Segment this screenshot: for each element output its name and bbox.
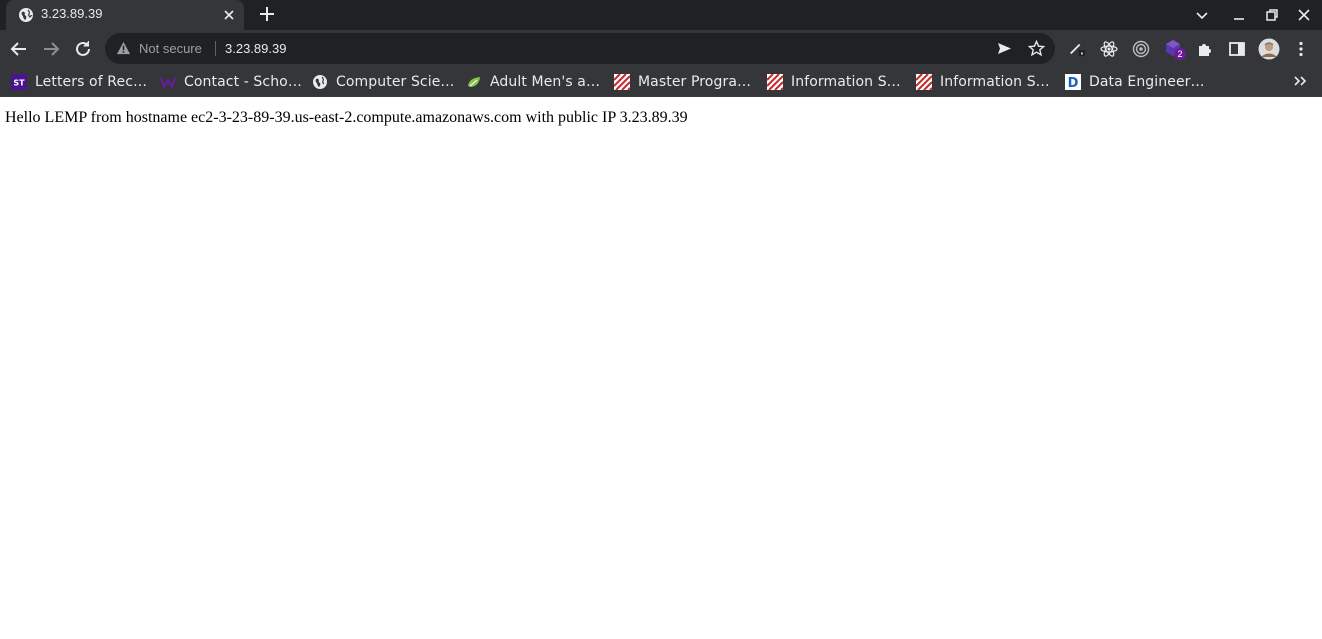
svg-text:D: D	[1068, 76, 1079, 90]
warning-icon[interactable]	[116, 41, 131, 56]
extension-badge: 2	[1174, 48, 1186, 60]
w-logo-icon	[160, 77, 176, 90]
svg-text:ST: ST	[13, 79, 25, 88]
profile-avatar[interactable]	[1258, 38, 1280, 60]
pen-extension-icon[interactable]	[1068, 40, 1086, 58]
react-devtools-icon[interactable]	[1100, 40, 1118, 58]
url-text[interactable]: 3.23.89.39	[225, 41, 286, 56]
bookmark-item[interactable]: Information S…	[916, 72, 1050, 92]
tab-active[interactable]: 3.23.89.39	[6, 0, 244, 30]
leaf-logo-icon	[468, 77, 480, 87]
globe-icon	[313, 75, 327, 89]
bookmark-item[interactable]: Master Progra…	[614, 72, 751, 92]
bookmark-item[interactable]: D Data Engineer…	[1065, 72, 1205, 92]
title-bar: 3.23.89.39	[0, 0, 1322, 30]
extensions-puzzle-icon[interactable]	[1196, 40, 1214, 58]
send-tab-icon[interactable]	[996, 40, 1013, 57]
restore-button[interactable]	[1263, 6, 1281, 24]
cube-extension[interactable]: 2	[1164, 39, 1188, 63]
new-tab-button[interactable]	[258, 5, 276, 23]
tab-search-icon[interactable]	[1193, 6, 1211, 24]
browser-toolbar: Not secure 3.23.89.39 2	[0, 30, 1322, 67]
striped-logo-icon	[916, 74, 932, 90]
forward-button[interactable]	[41, 39, 61, 59]
target-extension-icon[interactable]	[1132, 40, 1150, 58]
minimize-button[interactable]	[1230, 6, 1248, 24]
omnibox-divider	[215, 41, 216, 56]
back-button[interactable]	[9, 39, 29, 59]
striped-logo-icon	[767, 74, 783, 90]
bookmark-item[interactable]: ST Letters of Rec…	[11, 72, 147, 92]
striped-logo-icon	[614, 74, 630, 90]
bookmark-item[interactable]: Adult Men's a…	[466, 72, 600, 92]
page-viewport: Hello LEMP from hostname ec2-3-23-89-39.…	[0, 98, 1322, 639]
tab-title: 3.23.89.39	[41, 6, 103, 21]
address-bar[interactable]: Not secure 3.23.89.39	[105, 33, 1055, 64]
bookmark-star-icon[interactable]	[1028, 40, 1045, 57]
security-status[interactable]: Not secure	[139, 41, 202, 56]
bookmark-item[interactable]: Computer Scie…	[312, 72, 455, 92]
bookmark-item[interactable]: Contact - Scho…	[160, 72, 302, 92]
page-body-text: Hello LEMP from hostname ec2-3-23-89-39.…	[5, 109, 688, 126]
globe-icon	[19, 8, 33, 22]
more-bookmarks-chevron-icon[interactable]	[1292, 73, 1308, 89]
side-panel-icon[interactable]	[1228, 40, 1246, 58]
close-window-button[interactable]	[1295, 6, 1313, 24]
d-logo-icon: D	[1065, 74, 1081, 90]
st-logo-icon: ST	[11, 74, 27, 90]
bookmark-item[interactable]: Information S…	[767, 72, 901, 92]
close-tab-icon[interactable]	[221, 7, 237, 23]
reload-button[interactable]	[73, 39, 93, 59]
bookmarks-bar: ST Letters of Rec… Contact - Scho… Compu…	[0, 67, 1322, 97]
menu-kebab-icon[interactable]	[1292, 40, 1310, 58]
